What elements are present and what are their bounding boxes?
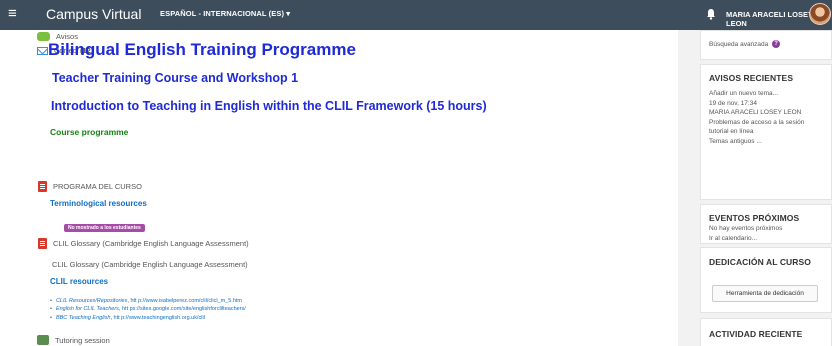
resource-link[interactable]: CLIL Resources/Repositories	[56, 298, 127, 304]
dedication-block: DEDICACIÓN AL CURSO	[700, 247, 832, 313]
resource-list: CLIL Resources/Repositories, htt p://www…	[50, 297, 246, 322]
resource-url[interactable]: htt p://www.teachingenglish.org.uk/clil	[114, 315, 205, 321]
activity-glossary[interactable]: CLIL Glossary (Cambridge English Languag…	[38, 238, 249, 249]
avatar[interactable]	[809, 3, 831, 25]
block-title: ACTIVIDAD RECIENTE	[709, 329, 803, 339]
clil-resources-heading: CLIL resources	[50, 277, 109, 286]
calendar-link[interactable]: Ir al calendario...	[709, 234, 831, 244]
activity-label: PROGRAMA DEL CURSO	[53, 182, 142, 191]
post-title-line1[interactable]: Problemas de acceso a la sesión	[701, 118, 831, 128]
no-events-text: No hay eventos próximos	[709, 225, 783, 232]
page-title: Bilingual English Training Programme	[48, 40, 356, 59]
events-text: No hay eventos próximos Ir al calendario…	[700, 224, 832, 244]
bell-icon[interactable]	[706, 8, 716, 20]
activity-tutoring[interactable]: Tutoring session	[37, 335, 110, 345]
help-icon[interactable]: ?	[772, 40, 781, 49]
post-title-line2[interactable]: tutorial en línea	[701, 127, 831, 137]
post-author: MARIA ARACELI LOSEY LEON	[709, 109, 802, 116]
list-item: English for CLIL Teachers, htt ps://site…	[50, 305, 246, 313]
resource-link[interactable]: English for CLIL Teachers	[56, 306, 119, 312]
activity-label: Tutoring session	[55, 335, 110, 345]
block-title: AVISOS RECIENTES	[709, 73, 794, 83]
list-item: CLIL Resources/Repositories, htt p://www…	[50, 297, 246, 305]
pdf-icon	[38, 181, 47, 192]
course-programme-heading: Course programme	[50, 127, 129, 137]
recent-forum-block: AVISOS RECIENTES Añadir un nuevo tema...…	[700, 64, 832, 200]
menu-icon[interactable]: ≡	[8, 6, 17, 22]
resource-url[interactable]: htt ps://sites.google.com/site/englishfo…	[122, 306, 246, 312]
tutoring-icon	[37, 335, 49, 345]
mail-icon	[37, 46, 48, 55]
activity-programa[interactable]: PROGRAMA DEL CURSO	[38, 181, 142, 192]
add-topic-link[interactable]: Añadir un nuevo tema...	[701, 89, 831, 99]
language-selector[interactable]: ESPAÑOL - INTERNACIONAL (ES) ▾	[160, 9, 290, 18]
site-brand[interactable]: Campus Virtual	[46, 6, 141, 22]
block-title: DEDICACIÓN AL CURSO	[709, 257, 812, 267]
search-block: Búsqueda avanzada ?	[700, 30, 832, 60]
course-intro-heading: Introduction to Teaching in English with…	[51, 99, 487, 113]
course-subtitle: Teacher Training Course and Workshop 1	[52, 71, 299, 85]
resource-link[interactable]: BBC Teaching English	[56, 315, 111, 321]
recent-activity-block: ACTIVIDAD RECIENTE	[700, 318, 832, 346]
activity-label: CLIL Glossary (Cambridge English Languag…	[53, 239, 249, 248]
top-navbar: ≡ Campus Virtual ESPAÑOL - INTERNACIONAL…	[0, 0, 832, 30]
hidden-badge: No mostrado a los estudiantes	[64, 224, 145, 232]
post-date: 19 de nov, 17:34	[709, 99, 757, 107]
resource-url[interactable]: htt p://www.isabelperez.com/clil/clicl_m…	[130, 298, 242, 304]
older-topics-link[interactable]: Temas antiguos ...	[701, 137, 831, 147]
glossary-description: CLIL Glossary (Cambridge English Languag…	[52, 260, 248, 269]
advanced-search-link[interactable]: Búsqueda avanzada ?	[701, 31, 831, 50]
advanced-search-label: Búsqueda avanzada	[709, 41, 769, 48]
pdf-icon	[38, 238, 47, 249]
terminological-heading: Terminological resources	[50, 199, 147, 208]
list-item: BBC Teaching English, htt p://www.teachi…	[50, 314, 246, 322]
dedication-button[interactable]: Herramienta de dedicación	[712, 285, 818, 302]
